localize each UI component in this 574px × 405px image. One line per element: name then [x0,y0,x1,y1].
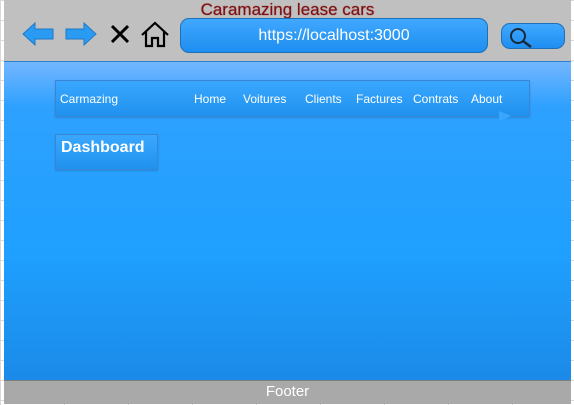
arrow-right-icon [65,21,97,47]
nav-about[interactable]: About [471,92,502,106]
brand-link[interactable]: Carmazing [60,92,118,106]
navbar-corner-decoration [499,111,511,121]
arrow-left-icon [22,21,54,47]
page-viewport: Carmazing Home Voitures Clients Factures… [4,61,571,380]
back-button[interactable] [22,20,54,48]
nav-home[interactable]: Home [194,92,226,106]
home-button[interactable] [140,20,170,48]
search-icon [510,28,532,48]
forward-button[interactable] [65,20,97,48]
nav-contrats[interactable]: Contrats [413,92,458,106]
dashboard-button[interactable]: Dashboard [55,134,158,170]
home-icon [141,21,169,48]
page-footer: Footer [4,380,571,404]
address-bar[interactable]: https://localhost:3000 [180,18,488,53]
site-navbar: Carmazing Home Voitures Clients Factures… [55,80,530,121]
close-icon [110,24,130,44]
nav-clients[interactable]: Clients [305,92,342,106]
browser-window: Caramazing lease cars https://localhost:… [4,0,571,404]
search-button[interactable] [501,23,565,49]
nav-factures[interactable]: Factures [356,92,403,106]
nav-voitures[interactable]: Voitures [243,92,286,106]
stop-button[interactable] [108,20,132,48]
window-title: Caramazing lease cars [200,0,375,19]
